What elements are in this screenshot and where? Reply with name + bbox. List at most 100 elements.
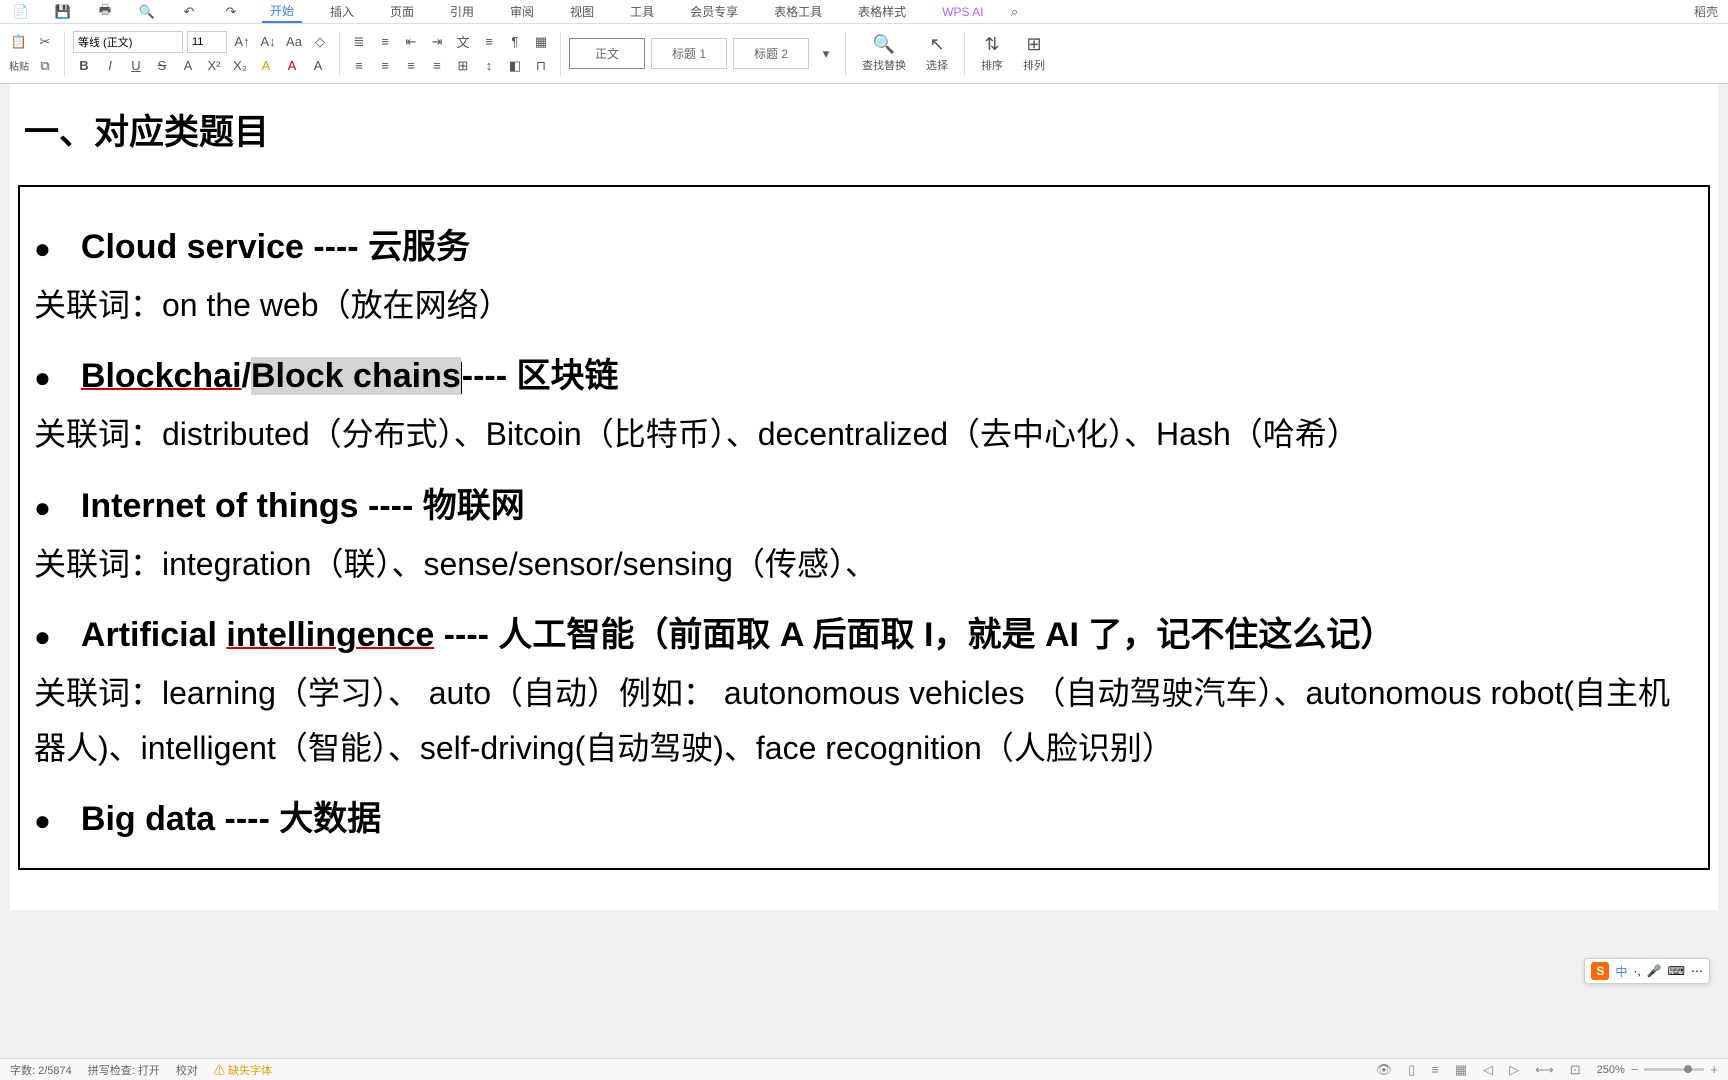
tab-start[interactable]: 开始 — [262, 0, 302, 23]
file-icon[interactable]: 📄 — [10, 1, 32, 23]
font-size-select[interactable] — [187, 31, 227, 53]
zoom-level[interactable]: 250% — [1597, 1064, 1625, 1076]
tab-insert[interactable]: 插入 — [322, 1, 362, 22]
view-read-icon[interactable]: 👁 — [1376, 1062, 1393, 1078]
sort-button[interactable]: ⇅排序 — [973, 30, 1011, 77]
style-normal[interactable]: 正文 — [569, 38, 645, 69]
fit-width-icon[interactable]: ⟷ — [1535, 1062, 1554, 1078]
shading-icon[interactable]: ◧ — [504, 55, 526, 77]
bullet-icon: ● — [34, 623, 51, 651]
view-web-icon[interactable]: ▦ — [1455, 1062, 1467, 1078]
tab-ref[interactable]: 引用 — [442, 1, 482, 22]
undo-icon[interactable]: ↶ — [178, 1, 200, 23]
bullet-item: ● Artificial intellingence ---- 人工智能（前面取… — [34, 607, 1694, 656]
zoom-in-icon[interactable]: + — [1710, 1062, 1718, 1077]
font-color-icon[interactable]: A — [281, 55, 303, 77]
wps-ai-label[interactable]: WPS AI — [942, 5, 983, 19]
view-outline-icon[interactable]: ≡ — [1431, 1062, 1439, 1077]
spellcheck-status[interactable]: 拼写检查: 打开 — [88, 1062, 160, 1078]
item-assoc: 关联词：on the web（放在网络） — [34, 278, 1694, 332]
tab-stop-icon[interactable]: ⊓ — [530, 55, 552, 77]
save-icon[interactable]: 💾 — [52, 1, 74, 23]
copy-icon[interactable]: ⧉ — [34, 55, 56, 77]
document-area[interactable]: 一、对应类题目 ● Cloud service ---- 云服务 关联词：on … — [0, 84, 1728, 1058]
text-direction-icon[interactable]: 文 — [452, 31, 474, 53]
ime-punct-icon[interactable]: ·, — [1633, 964, 1640, 978]
word-count[interactable]: 字数: 2/5874 — [10, 1062, 72, 1078]
border-icon[interactable]: ▦ — [530, 31, 552, 53]
item-title: Internet of things ---- 物联网 — [81, 478, 525, 527]
zoom-slider[interactable] — [1644, 1068, 1704, 1071]
superscript-icon[interactable]: X² — [203, 55, 225, 77]
font-effect-icon[interactable]: A — [177, 55, 199, 77]
font-name-select[interactable] — [73, 31, 183, 53]
nav-next-icon[interactable]: ▷ — [1509, 1062, 1519, 1078]
nav-prev-icon[interactable]: ◁ — [1483, 1062, 1493, 1078]
ime-more-icon[interactable]: ⋯ — [1691, 964, 1703, 978]
distribute-icon[interactable]: ⊞ — [452, 55, 474, 77]
ime-keyboard-icon[interactable]: ⌨ — [1668, 964, 1685, 978]
bullet-icon: ● — [34, 807, 51, 835]
ime-mic-icon[interactable]: 🎤 — [1647, 964, 1662, 978]
tab-page[interactable]: 页面 — [382, 1, 422, 22]
ime-bar[interactable]: S 中 ·, 🎤 ⌨ ⋯ — [1584, 958, 1710, 984]
proof-status[interactable]: 校对 — [176, 1062, 198, 1078]
tab-tools[interactable]: 工具 — [622, 1, 662, 22]
cut-icon[interactable]: ✂ — [34, 31, 56, 53]
divider — [339, 32, 340, 76]
underline-button[interactable]: U — [125, 55, 147, 77]
subscript-icon[interactable]: X₂ — [229, 55, 251, 77]
increase-indent-icon[interactable]: ⇥ — [426, 31, 448, 53]
tab-vip[interactable]: 会员专享 — [682, 1, 746, 22]
strike-button[interactable]: S — [151, 55, 173, 77]
style-heading1[interactable]: 标题 1 — [651, 38, 727, 69]
right-top-label[interactable]: 稻壳 — [1694, 3, 1718, 20]
align-center-icon[interactable]: ≡ — [374, 55, 396, 77]
missing-font[interactable]: 缺失字体 — [228, 1065, 272, 1077]
redo-icon[interactable]: ↷ — [220, 1, 242, 23]
tab-table-style[interactable]: 表格样式 — [850, 1, 914, 22]
bullet-icon: ● — [34, 235, 51, 263]
highlight-icon[interactable]: A — [255, 55, 277, 77]
bullet-icon: ● — [34, 364, 51, 392]
bullet-item: ● Cloud service ---- 云服务 — [34, 219, 1694, 268]
status-bar: 字数: 2/5874 拼写检查: 打开 校对 ⚠ 缺失字体 👁 ▯ ≡ ▦ ◁ … — [0, 1058, 1728, 1080]
change-case-icon[interactable]: Aa — [283, 31, 305, 53]
bullet-list-icon[interactable]: ≣ — [348, 31, 370, 53]
number-list-icon[interactable]: ≡ — [374, 31, 396, 53]
bold-button[interactable]: B — [73, 55, 95, 77]
view-page-icon[interactable]: ▯ — [1408, 1062, 1415, 1078]
search-icon[interactable]: ⌕ — [1004, 1, 1026, 23]
print-icon[interactable]: 🖶 — [94, 1, 116, 23]
align-left-icon[interactable]: ≡ — [348, 55, 370, 77]
paste-icon[interactable]: 📋 — [8, 31, 30, 53]
line-spacing-icon[interactable]: ≡ — [478, 31, 500, 53]
char-border-icon[interactable]: A — [307, 55, 329, 77]
preview-icon[interactable]: 🔍 — [136, 1, 158, 23]
style-more-icon[interactable]: ▾ — [815, 43, 837, 65]
italic-button[interactable]: I — [99, 55, 121, 77]
select-button[interactable]: ↖选择 — [918, 30, 956, 77]
ime-lang[interactable]: 中 — [1615, 963, 1627, 980]
increase-font-icon[interactable]: A↑ — [231, 31, 253, 53]
decrease-indent-icon[interactable]: ⇤ — [400, 31, 422, 53]
cursor-icon: ↖ — [929, 34, 944, 55]
clear-format-icon[interactable]: ◇ — [309, 31, 331, 53]
tab-view[interactable]: 视图 — [562, 1, 602, 22]
divider — [560, 32, 561, 76]
bullet-item: ● Blockchai/Block chains---- 区块链 — [34, 348, 1694, 397]
spacing-icon[interactable]: ↕ — [478, 55, 500, 77]
paragraph-icon[interactable]: ¶ — [504, 31, 526, 53]
tab-table-tools[interactable]: 表格工具 — [766, 1, 830, 22]
align-justify-icon[interactable]: ≡ — [426, 55, 448, 77]
decrease-font-icon[interactable]: A↓ — [257, 31, 279, 53]
arrange-icon: ⊞ — [1026, 34, 1041, 55]
tab-review[interactable]: 审阅 — [502, 1, 542, 22]
arrange-button[interactable]: ⊞排列 — [1015, 30, 1053, 77]
find-replace-button[interactable]: 🔍查找替换 — [854, 30, 914, 77]
fit-page-icon[interactable]: ⊡ — [1570, 1062, 1581, 1078]
style-heading2[interactable]: 标题 2 — [733, 38, 809, 69]
page: 一、对应类题目 ● Cloud service ---- 云服务 关联词：on … — [10, 84, 1718, 910]
zoom-out-icon[interactable]: − — [1631, 1062, 1639, 1077]
align-right-icon[interactable]: ≡ — [400, 55, 422, 77]
